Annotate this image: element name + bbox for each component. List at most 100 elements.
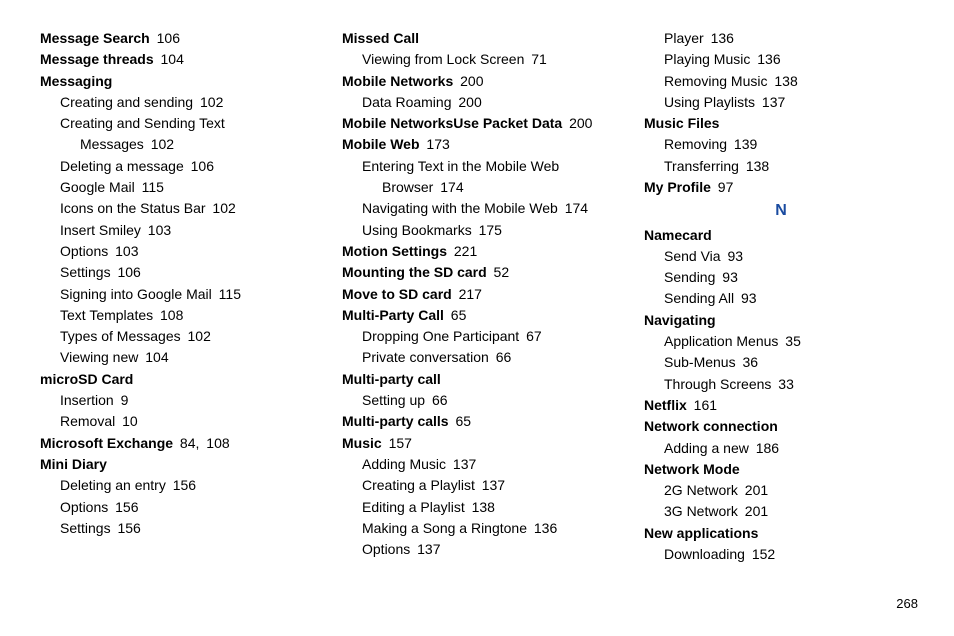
- index-entry: Viewing new 104: [40, 347, 314, 367]
- index-column-3: Player 136 Playing Music 136 Removing Musi…: [644, 28, 918, 565]
- index-entry-page: 138: [742, 158, 769, 174]
- index-entry: Options 103: [40, 241, 314, 261]
- index-entry-page: 201: [741, 482, 768, 498]
- index-entry-label: Sending: [664, 269, 715, 285]
- index-entry: Editing a Playlist 138: [342, 497, 616, 517]
- index-entry-label: Text Templates: [60, 307, 153, 323]
- index-entry-label: Navigating: [644, 312, 716, 328]
- index-entry-label: Mobile NetworksUse Packet Data: [342, 115, 562, 131]
- index-entry-page: 35: [781, 333, 800, 349]
- index-entry-page: 106: [153, 30, 180, 46]
- index-entry: Options 137: [342, 539, 616, 559]
- index-entry-label: Removing: [664, 136, 727, 152]
- index-entry-page: 10: [118, 413, 137, 429]
- index-entry-label: Removal: [60, 413, 115, 429]
- index-entry-label: Adding Music: [362, 456, 446, 472]
- index-column-2: Missed CallViewing from Lock Screen 71Mo…: [342, 28, 616, 565]
- index-entry: My Profile 97: [644, 177, 918, 197]
- index-entry: Multi-Party Call 65: [342, 305, 616, 325]
- index-entry-label: Setting up: [362, 392, 425, 408]
- index-entry-label: Signing into Google Mail: [60, 286, 212, 302]
- index-entry: Sub-Menus 36: [644, 352, 918, 372]
- index-entry: Adding Music 137: [342, 454, 616, 474]
- index-entry: Creating and sending 102: [40, 92, 314, 112]
- index-entry-label: Multi-Party Call: [342, 307, 444, 323]
- index-entry-page: 173: [423, 136, 450, 152]
- index-entry-page: 200: [455, 94, 482, 110]
- index-entry-label: Creating and sending: [60, 94, 193, 110]
- index-entry-page: 93: [737, 290, 756, 306]
- index-entry-page: 103: [111, 243, 138, 259]
- index-entry-label: Making a Song a Ringtone: [362, 520, 527, 536]
- index-entry-page: 136: [530, 520, 557, 536]
- index-entry: Removing Music 138: [644, 71, 918, 91]
- index-entry: Through Screens 33: [644, 374, 918, 394]
- index-entry-label: Using Playlists: [664, 94, 755, 110]
- index-entry-page: 137: [758, 94, 785, 110]
- index-entry: Mobile NetworksUse Packet Data 200: [342, 113, 616, 133]
- index-entry-label: Microsoft Exchange: [40, 435, 173, 451]
- index-entry-label: Sub-Menus: [664, 354, 736, 370]
- index-entry-page: 221: [450, 243, 477, 259]
- index-entry-label: Network connection: [644, 418, 778, 434]
- index-entry-page: 102: [184, 328, 211, 344]
- index-entry-label: Adding a new: [664, 440, 749, 456]
- index-entry-label: Dropping One Participant: [362, 328, 519, 344]
- index-entry-page: 137: [413, 541, 440, 557]
- index-entry: Icons on the Status Bar 102: [40, 198, 314, 218]
- index-entry: Transferring 138: [644, 156, 918, 176]
- index-entry-label: Music: [342, 435, 382, 451]
- index-entry: Data Roaming 200: [342, 92, 616, 112]
- index-entry-label: Message threads: [40, 51, 154, 67]
- index-entry-page: 136: [753, 51, 780, 67]
- index-entry-label: Playing Music: [664, 51, 750, 67]
- index-entry: Mobile Web 173: [342, 134, 616, 154]
- index-entry-label: Deleting an entry: [60, 477, 166, 493]
- index-entry-page: 156: [114, 520, 141, 536]
- index-entry: Browser 174: [342, 177, 616, 197]
- index-entry-page: 174: [436, 179, 463, 195]
- index-entry-label: Move to SD card: [342, 286, 452, 302]
- index-entry-label: Options: [362, 541, 410, 557]
- index-section-letter: N: [644, 199, 918, 222]
- index-entry: Private conversation 66: [342, 347, 616, 367]
- index-entry-label: Sending All: [664, 290, 734, 306]
- index-entry: Mobile Networks 200: [342, 71, 616, 91]
- index-entry: Types of Messages 102: [40, 326, 314, 346]
- index-entry-page: 137: [449, 456, 476, 472]
- index-entry: Multi-party call: [342, 369, 616, 389]
- index-entry-label: New applications: [644, 525, 758, 541]
- index-entry: Using Playlists 137: [644, 92, 918, 112]
- index-entry: Navigating with the Mobile Web 174: [342, 198, 616, 218]
- index-entry-page: 71: [527, 51, 546, 67]
- index-entry-label: Creating and Sending Text: [60, 115, 225, 131]
- index-entry-label: Player: [664, 30, 704, 46]
- index-entry-label: Editing a Playlist: [362, 499, 465, 515]
- index-entry-separator: ,: [196, 435, 200, 451]
- index-entry-label: Motion Settings: [342, 243, 447, 259]
- index-entry-label: Messages: [80, 136, 144, 152]
- index-entry: Message threads 104: [40, 49, 314, 69]
- index-entry-label: Removing Music: [664, 73, 767, 89]
- index-entry-label: Data Roaming: [362, 94, 452, 110]
- index-column-1: Message Search 106Message threads 104Mes…: [40, 28, 314, 565]
- index-entry-page: 138: [770, 73, 797, 89]
- index-entry-page: 102: [147, 136, 174, 152]
- index-entry-page: 161: [690, 397, 717, 413]
- index-entry: Player 136: [644, 28, 918, 48]
- index-entry: Removal 10: [40, 411, 314, 431]
- index-entry-page: 104: [157, 51, 184, 67]
- index-entry-page: 139: [730, 136, 757, 152]
- index-entry-page: 138: [468, 499, 495, 515]
- index-entry: microSD Card: [40, 369, 314, 389]
- index-entry-page: 201: [741, 503, 768, 519]
- index-entry-label: Insertion: [60, 392, 114, 408]
- index-entry-label: Browser: [382, 179, 433, 195]
- index-entry: Text Templates 108: [40, 305, 314, 325]
- index-entry-page: 102: [209, 200, 236, 216]
- index-entry-label: Private conversation: [362, 349, 489, 365]
- index-entry-page: 66: [428, 392, 447, 408]
- index-entry-page: 115: [215, 286, 241, 302]
- index-entry-page: 93: [724, 248, 743, 264]
- index-entry: Multi-party calls 65: [342, 411, 616, 431]
